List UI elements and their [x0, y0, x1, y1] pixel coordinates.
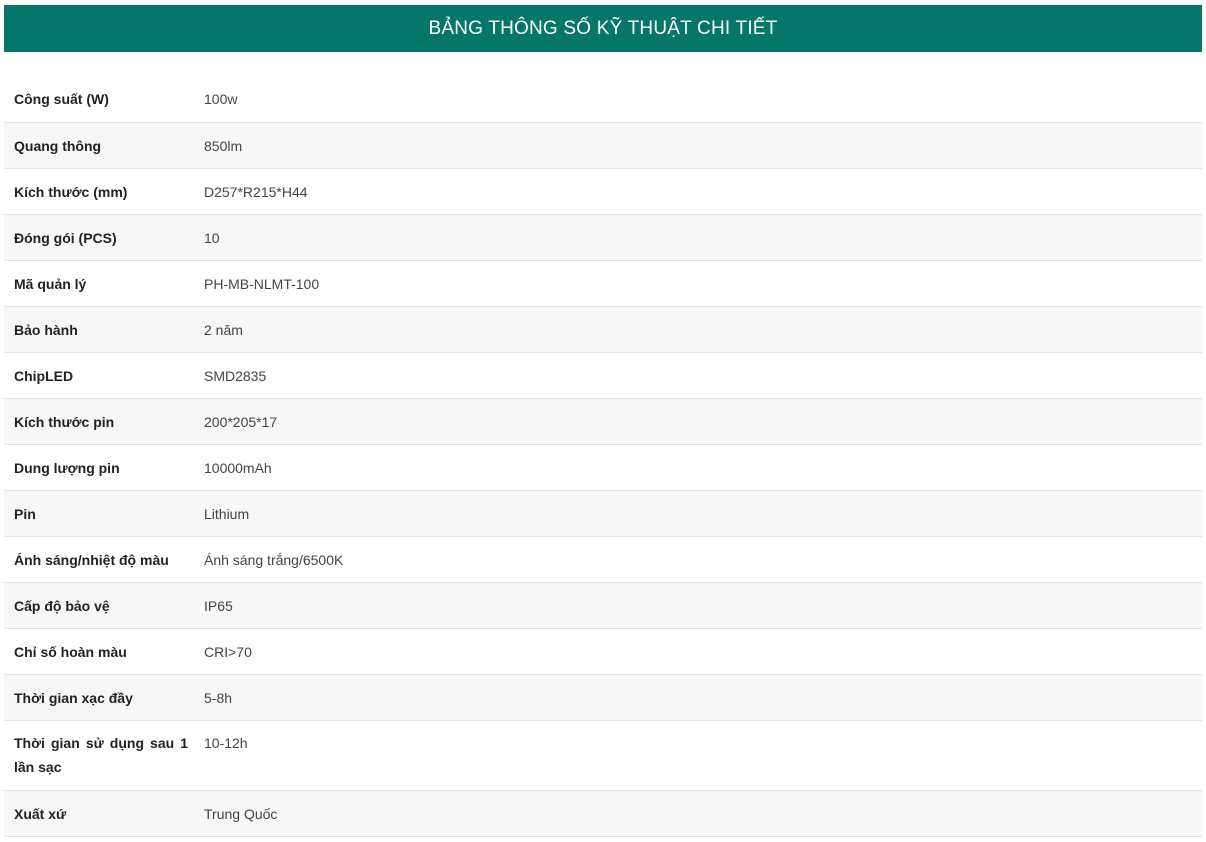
spec-label: Kích thước (mm) — [4, 168, 194, 215]
spec-value: 2 năm — [194, 306, 1202, 353]
table-row: Dung lượng pin 10000mAh — [4, 444, 1202, 491]
spec-label: Đóng gói (PCS) — [4, 214, 194, 261]
spec-value: 100w — [194, 76, 1202, 123]
table-row: Kích thước (mm) D257*R215*H44 — [4, 168, 1202, 215]
table-row: Chỉ số hoàn màu CRI>70 — [4, 628, 1202, 675]
spec-value: Lithium — [194, 490, 1202, 537]
spec-value: 850lm — [194, 122, 1202, 169]
spec-label: Cấp độ bảo vệ — [4, 582, 194, 629]
spec-label: Pin — [4, 490, 194, 537]
spec-label: Xuất xứ — [4, 790, 194, 837]
spec-label: Kích thước pin — [4, 398, 194, 445]
table-row: Công suất (W) 100w — [4, 76, 1202, 123]
spec-value: 10 — [194, 214, 1202, 261]
spec-table-title: BẢNG THÔNG SỐ KỸ THUẬT CHI TIẾT — [4, 5, 1202, 52]
spec-value: Trung Quốc — [194, 790, 1202, 837]
spec-value: Ánh sáng trắng/6500K — [194, 536, 1202, 583]
spec-table-container: BẢNG THÔNG SỐ KỸ THUẬT CHI TIẾT Công suấ… — [4, 5, 1202, 837]
header-spacer — [4, 52, 1202, 76]
spec-label: ChipLED — [4, 352, 194, 399]
spec-value: D257*R215*H44 — [194, 168, 1202, 215]
spec-table: Công suất (W) 100w Quang thông 850lm Kíc… — [4, 76, 1202, 837]
spec-label: Mã quản lý — [4, 260, 194, 307]
table-row: Cấp độ bảo vệ IP65 — [4, 582, 1202, 629]
spec-label: Dung lượng pin — [4, 444, 194, 491]
table-row: Xuất xứ Trung Quốc — [4, 790, 1202, 837]
spec-value: 10-12h — [194, 720, 1202, 791]
spec-value: 10000mAh — [194, 444, 1202, 491]
table-row: ChipLED SMD2835 — [4, 352, 1202, 399]
spec-value: IP65 — [194, 582, 1202, 629]
table-row: Kích thước pin 200*205*17 — [4, 398, 1202, 445]
table-row: Bảo hành 2 năm — [4, 306, 1202, 353]
table-row: Ánh sáng/nhiệt độ màu Ánh sáng trắng/650… — [4, 536, 1202, 583]
spec-label: Chỉ số hoàn màu — [4, 628, 194, 675]
table-row: Pin Lithium — [4, 490, 1202, 537]
spec-value: 200*205*17 — [194, 398, 1202, 445]
table-row: Thời gian xạc đầy 5-8h — [4, 674, 1202, 721]
spec-label: Công suất (W) — [4, 76, 194, 123]
spec-label: Bảo hành — [4, 306, 194, 353]
table-row: Mã quản lý PH-MB-NLMT-100 — [4, 260, 1202, 307]
spec-label: Thời gian sử dụng sau 1 lần sạc — [4, 720, 194, 791]
spec-label: Quang thông — [4, 122, 194, 169]
table-row: Đóng gói (PCS) 10 — [4, 214, 1202, 261]
spec-label: Ánh sáng/nhiệt độ màu — [4, 536, 194, 583]
spec-value: CRI>70 — [194, 628, 1202, 675]
spec-value: PH-MB-NLMT-100 — [194, 260, 1202, 307]
spec-value: 5-8h — [194, 674, 1202, 721]
spec-value: SMD2835 — [194, 352, 1202, 399]
spec-label: Thời gian xạc đầy — [4, 674, 194, 721]
table-row: Thời gian sử dụng sau 1 lần sạc 10-12h — [4, 720, 1202, 791]
table-row: Quang thông 850lm — [4, 122, 1202, 169]
